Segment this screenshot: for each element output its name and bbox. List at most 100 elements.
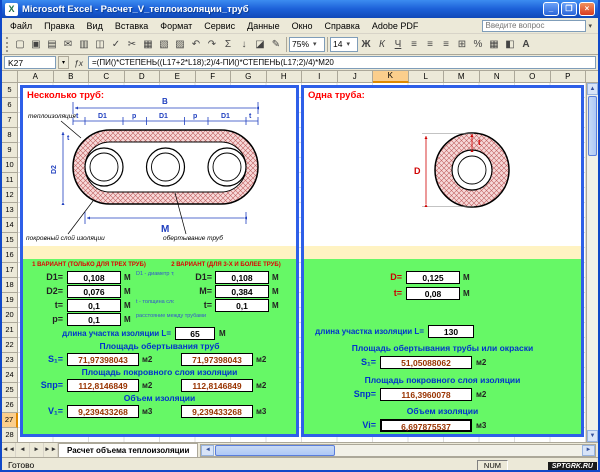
font-size-select[interactable]: 14 ▾ [330, 37, 358, 52]
column-header-N[interactable]: N [480, 71, 516, 83]
scroll-down-icon[interactable]: ▼ [587, 430, 598, 442]
vb-result-cell[interactable]: 9,239433268 [181, 405, 253, 418]
length-input-cell[interactable]: 130 [428, 325, 474, 338]
insert-function-button[interactable]: ƒx [71, 58, 86, 68]
row-header-25[interactable]: 25 [2, 383, 18, 398]
scroll-left-icon[interactable]: ◄ [201, 445, 214, 456]
close-button[interactable]: × [579, 2, 595, 16]
next-sheet-button[interactable]: ► [30, 443, 44, 457]
row-header-11[interactable]: 11 [2, 173, 18, 188]
row-header-28[interactable]: 28 [2, 428, 18, 443]
save-icon[interactable]: ▤ [44, 36, 60, 53]
column-header-M[interactable]: M [444, 71, 480, 83]
zoom-select[interactable]: 75% ▾ [289, 37, 325, 52]
row-header-26[interactable]: 26 [2, 398, 18, 413]
email-icon[interactable]: ✉ [60, 36, 76, 53]
d1b-input-cell[interactable]: 0,108 [215, 271, 269, 284]
row-header-19[interactable]: 19 [2, 293, 18, 308]
menu-item-4[interactable]: Формат [154, 20, 198, 32]
column-header-D[interactable]: D [125, 71, 161, 83]
prev-sheet-button[interactable]: ◄ [16, 443, 30, 457]
column-header-L[interactable]: L [409, 71, 445, 83]
column-header-H[interactable]: H [267, 71, 303, 83]
row-header-16[interactable]: 16 [2, 248, 18, 263]
horizontal-scroll-thumb[interactable] [215, 445, 335, 456]
print-icon[interactable]: ▥ [76, 36, 92, 53]
menu-item-5[interactable]: Сервис [198, 20, 241, 32]
column-header-A[interactable]: A [18, 71, 54, 83]
spr-result-cell[interactable]: 112,8146849 [67, 379, 139, 392]
row-header-9[interactable]: 9 [2, 143, 18, 158]
align-center-icon[interactable]: ≡ [422, 36, 438, 53]
chart-wizard-icon[interactable]: ◪ [252, 36, 268, 53]
column-header-B[interactable]: B [54, 71, 90, 83]
row-header-18[interactable]: 18 [2, 278, 18, 293]
minimize-button[interactable]: _ [543, 2, 559, 16]
menu-item-8[interactable]: Справка [319, 20, 366, 32]
align-right-icon[interactable]: ≡ [438, 36, 454, 53]
column-header-J[interactable]: J [338, 71, 374, 83]
borders-icon[interactable]: ▦ [486, 36, 502, 53]
row-header-12[interactable]: 12 [2, 188, 18, 203]
sort-ascending-icon[interactable]: ↓ [236, 36, 252, 53]
row-header-13[interactable]: 13 [2, 203, 18, 218]
row-header-21[interactable]: 21 [2, 323, 18, 338]
sprb-result-cell[interactable]: 112,8146849 [181, 379, 253, 392]
t-input-cell[interactable]: 0,08 [406, 287, 460, 300]
worksheet[interactable]: Несколько труб: [18, 83, 586, 442]
row-header-7[interactable]: 7 [2, 113, 18, 128]
last-sheet-button[interactable]: ►► [44, 443, 58, 457]
fill-color-icon[interactable]: ◧ [502, 36, 518, 53]
spelling-icon[interactable]: ✓ [108, 36, 124, 53]
menu-item-1[interactable]: Правка [38, 20, 80, 32]
name-box-dropdown-icon[interactable]: ▾ [58, 56, 69, 69]
underline-icon[interactable]: Ч [390, 36, 406, 53]
percent-style-icon[interactable]: % [470, 36, 486, 53]
new-icon[interactable]: ▢ [12, 36, 28, 53]
row-header-15[interactable]: 15 [2, 233, 18, 248]
menu-item-3[interactable]: Вставка [109, 20, 154, 32]
question-input[interactable] [482, 20, 586, 32]
format-painter-icon[interactable]: ▨ [172, 36, 188, 53]
t2-input-cell[interactable]: 0,1 [215, 299, 269, 312]
column-header-E[interactable]: E [160, 71, 196, 83]
row-header-6[interactable]: 6 [2, 98, 18, 113]
chevron-down-icon[interactable]: ▾ [586, 22, 594, 30]
column-header-K[interactable]: K [373, 71, 409, 83]
row-header-14[interactable]: 14 [2, 218, 18, 233]
d2-input-cell[interactable]: 0,076 [67, 285, 121, 298]
menu-item-2[interactable]: Вид [81, 20, 109, 32]
row-header-23[interactable]: 23 [2, 353, 18, 368]
redo-icon[interactable]: ↷ [204, 36, 220, 53]
menu-item-0[interactable]: Файл [4, 20, 38, 32]
vertical-scrollbar[interactable]: ▲ ▼ [586, 83, 598, 442]
row-header-5[interactable]: 5 [2, 83, 18, 98]
column-header-P[interactable]: P [551, 71, 587, 83]
open-icon[interactable]: ▣ [28, 36, 44, 53]
cut-icon[interactable]: ✂ [124, 36, 140, 53]
undo-icon[interactable]: ↶ [188, 36, 204, 53]
row-header-27[interactable]: 27 [2, 413, 18, 428]
first-sheet-button[interactable]: ◄◄ [2, 443, 16, 457]
bold-icon[interactable]: Ж [358, 36, 374, 53]
print-preview-icon[interactable]: ◫ [92, 36, 108, 53]
drawing-icon[interactable]: ✎ [268, 36, 284, 53]
copy-icon[interactable]: ▦ [140, 36, 156, 53]
row-header-24[interactable]: 24 [2, 368, 18, 383]
scroll-up-icon[interactable]: ▲ [587, 83, 598, 95]
v-result-cell[interactable]: 9,239433268 [67, 405, 139, 418]
row-header-10[interactable]: 10 [2, 158, 18, 173]
vertical-scroll-thumb[interactable] [588, 96, 597, 156]
p-input-cell[interactable]: 0,1 [67, 313, 121, 326]
menu-item-6[interactable]: Данные [241, 20, 286, 32]
column-header-C[interactable]: C [89, 71, 125, 83]
horizontal-scrollbar[interactable]: ◄ ► [200, 444, 596, 457]
autosum-icon[interactable]: Σ [220, 36, 236, 53]
column-header-F[interactable]: F [196, 71, 232, 83]
italic-icon[interactable]: К [374, 36, 390, 53]
row-header-20[interactable]: 20 [2, 308, 18, 323]
m-input-cell[interactable]: 0,384 [215, 285, 269, 298]
name-box[interactable]: K27 [4, 56, 56, 69]
column-header-G[interactable]: G [231, 71, 267, 83]
scroll-right-icon[interactable]: ► [582, 445, 595, 456]
